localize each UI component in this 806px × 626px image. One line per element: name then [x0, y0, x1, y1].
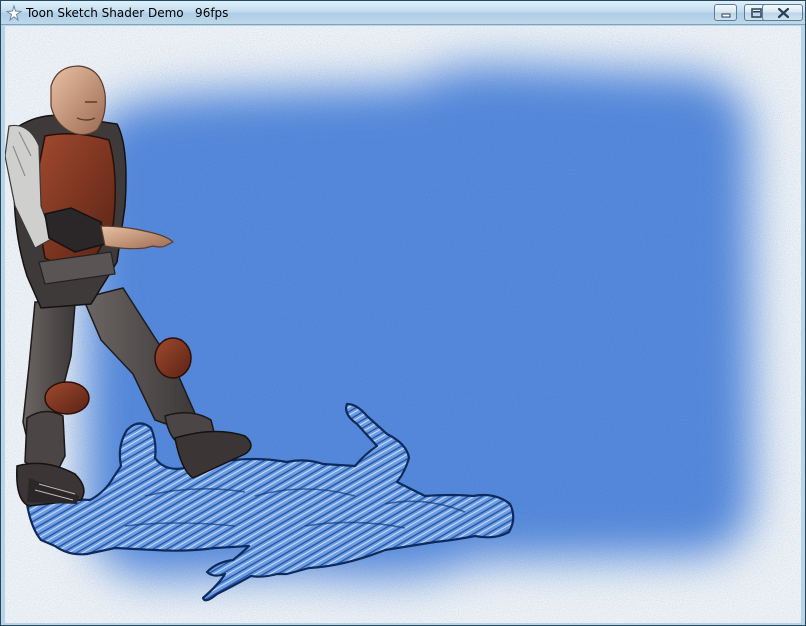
- close-button[interactable]: [762, 4, 803, 21]
- title-bar[interactable]: Toon Sketch Shader Demo 96fps: [1, 1, 805, 25]
- sketch-scene: [5, 26, 801, 623]
- application-window: Toon Sketch Shader Demo 96fps: [0, 0, 806, 626]
- minimize-icon: [721, 13, 731, 18]
- minimize-button[interactable]: [714, 4, 737, 21]
- window-title: Toon Sketch Shader Demo 96fps: [26, 6, 229, 20]
- app-icon: [5, 4, 23, 22]
- close-icon: [777, 7, 790, 19]
- render-viewport[interactable]: [5, 26, 801, 623]
